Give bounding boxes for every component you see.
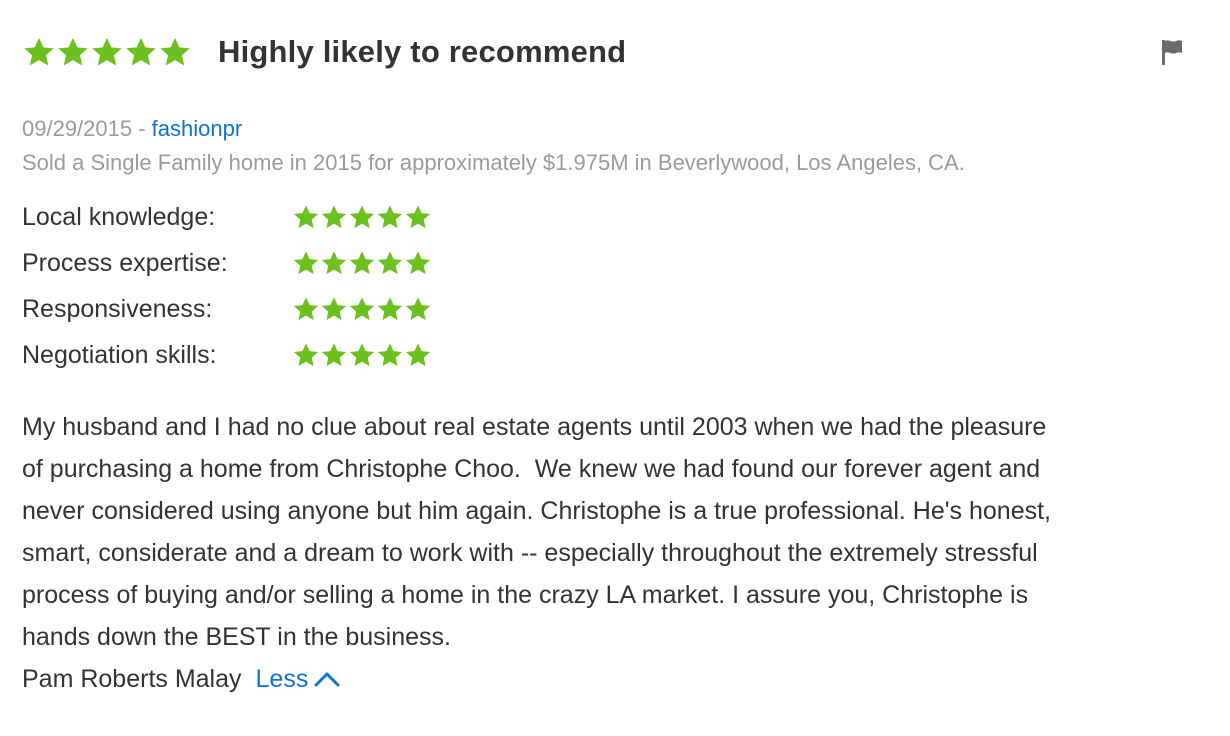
rating-stars [292,295,432,323]
rating-label: Responsiveness: [22,294,213,323]
rating-row: Process expertise: [22,240,1192,286]
star-icon [404,203,432,231]
star-icon [320,249,348,277]
rating-stars [292,203,432,231]
review-body-line: hands down the BEST in the business. [22,623,451,651]
less-label: Less [255,665,309,693]
star-icon [56,35,90,69]
rating-stars [292,341,432,369]
meta-separator: - [132,116,152,141]
rating-label: Local knowledge: [22,202,216,231]
review-body-line: never considered using anyone but him ag… [22,497,1051,525]
star-icon [348,341,376,369]
review-meta: 09/29/2015 - fashionpr Sold a Single Fam… [22,112,1192,180]
star-icon [348,295,376,323]
review-signature: Pam Roberts Malay [22,665,242,693]
review-body-line: smart, considerate and a dream to work w… [22,539,1038,567]
star-icon [320,203,348,231]
star-icon [404,341,432,369]
star-icon [376,249,404,277]
review-headline: Highly likely to recommend [218,34,627,69]
star-icon [22,35,56,69]
review-date: 09/29/2015 [22,116,133,141]
star-icon [292,203,320,231]
rating-stars [292,249,432,277]
star-icon [320,295,348,323]
flag-icon[interactable] [1160,38,1184,66]
less-button[interactable]: Less [256,658,341,700]
review-body-line: My husband and I had no clue about real … [22,413,1047,441]
star-icon [292,341,320,369]
star-icon [404,295,432,323]
star-icon [320,341,348,369]
star-icon [376,295,404,323]
rating-label: Process expertise: [22,248,228,277]
review-body: My husband and I had no clue about real … [22,406,1192,658]
author-link[interactable]: fashionpr [152,116,243,141]
rating-row: Responsiveness: [22,286,1192,332]
star-icon [124,35,158,69]
review-body-line: process of buying and/or selling a home … [22,581,1029,609]
chevron-up-icon [314,672,340,687]
review-card: Highly likely to recommend 09/29/2015 - … [22,30,1192,700]
star-icon [348,203,376,231]
star-icon [292,249,320,277]
transaction-details: Sold a Single Family home in 2015 for ap… [22,150,965,175]
star-icon [376,341,404,369]
star-icon [90,35,124,69]
star-icon [404,249,432,277]
rating-row: Negotiation skills: [22,332,1192,378]
overall-rating-stars [22,35,192,69]
review-body-line: of purchasing a home from Christophe Cho… [22,455,1041,483]
rating-row: Local knowledge: [22,194,1192,240]
sub-ratings: Local knowledge: Process expertise: Respon… [22,194,1192,378]
rating-label: Negotiation skills: [22,340,217,369]
star-icon [376,203,404,231]
signature-row: Pam Roberts Malay Less [22,658,1192,700]
star-icon [158,35,192,69]
star-icon [292,295,320,323]
star-icon [348,249,376,277]
review-header: Highly likely to recommend [22,30,1192,74]
